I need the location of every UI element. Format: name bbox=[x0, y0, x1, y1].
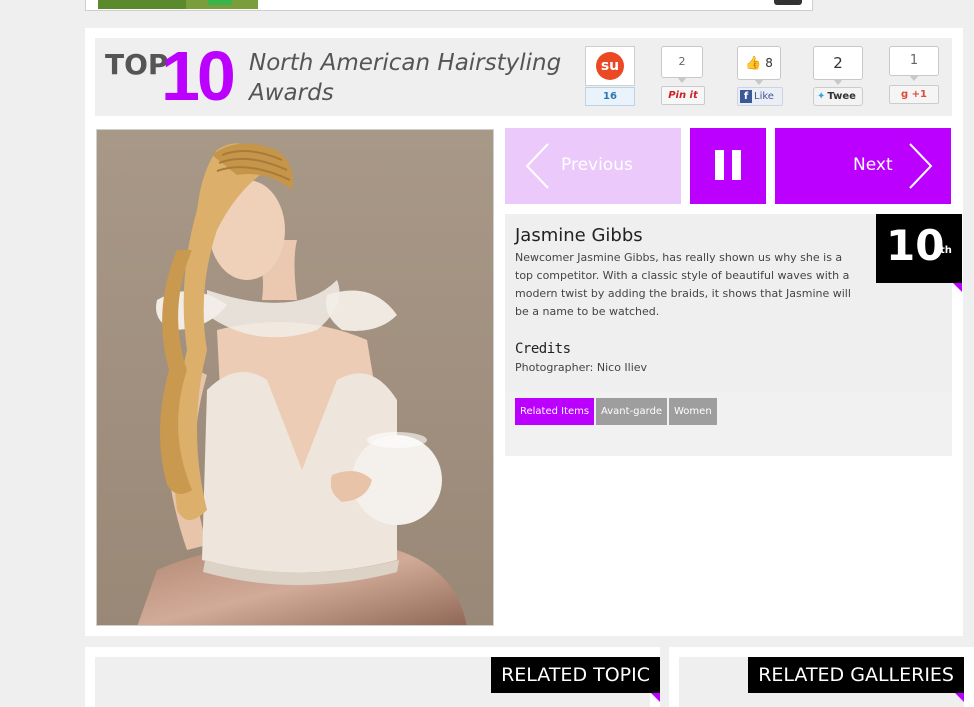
thumbnail-badge bbox=[208, 0, 232, 5]
stumbleupon-icon: su bbox=[596, 52, 624, 80]
related-topic-label: RELATED TOPIC bbox=[501, 664, 650, 686]
entry-description: Newcomer Jasmine Gibbs, has really shown… bbox=[515, 251, 851, 318]
badge-corner bbox=[953, 283, 962, 292]
chevron-right-icon bbox=[909, 143, 933, 189]
previous-button[interactable]: Previous bbox=[505, 128, 681, 204]
facebook-like-button[interactable]: f Like bbox=[737, 87, 783, 106]
stumbleupon-widget[interactable]: su 16 bbox=[585, 46, 635, 106]
pause-icon bbox=[732, 150, 741, 180]
page-title: North American Hairstyling Awards bbox=[249, 50, 562, 106]
next-label: Next bbox=[853, 155, 893, 175]
thumbnail-image[interactable] bbox=[98, 0, 186, 9]
googleplus-count: 1 bbox=[889, 46, 939, 81]
award-card: TOP 10 North American Hairstyling Awards… bbox=[85, 28, 963, 636]
pin-it-button[interactable]: Pin it bbox=[661, 86, 705, 105]
top-number: 10 bbox=[161, 37, 236, 115]
google-icon: g bbox=[901, 89, 909, 100]
related-galleries-label: RELATED GALLERIES bbox=[758, 664, 954, 686]
previous-block-strip bbox=[85, 0, 813, 11]
pinterest-widget[interactable]: 2 Pin it bbox=[661, 46, 705, 105]
twitter-widget[interactable]: 2 ✦ Twee bbox=[813, 46, 865, 106]
googleplus-button[interactable]: g +1 bbox=[889, 85, 939, 104]
pause-button[interactable] bbox=[690, 128, 766, 204]
model-photo-illustration bbox=[97, 130, 493, 625]
title-bar: TOP 10 North American Hairstyling Awards… bbox=[95, 37, 952, 116]
related-galleries-heading: RELATED GALLERIES bbox=[748, 657, 964, 702]
facebook-count: 8 bbox=[765, 56, 773, 70]
rank-suffix: th bbox=[940, 245, 952, 256]
tag-avant-garde[interactable]: Avant-garde bbox=[596, 398, 668, 425]
tag-related-items[interactable]: Related Items bbox=[515, 398, 595, 425]
stumbleupon-count: 16 bbox=[585, 87, 635, 106]
related-galleries-card: RELATED GALLERIES bbox=[669, 647, 974, 707]
stumbleupon-button[interactable]: su bbox=[585, 46, 635, 86]
facebook-count-bubble: 👍 8 bbox=[737, 46, 781, 85]
gallery-photo[interactable] bbox=[96, 129, 494, 626]
twitter-count: 2 bbox=[813, 46, 863, 85]
related-topic-heading: RELATED TOPIC bbox=[491, 657, 660, 702]
credits-photographer: Photographer: Nico Iliev bbox=[515, 361, 648, 374]
previous-label: Previous bbox=[561, 155, 633, 175]
pause-icon bbox=[715, 150, 724, 180]
rank-badge: 10 th bbox=[876, 214, 962, 292]
next-button[interactable]: Next bbox=[775, 128, 951, 204]
twitter-bird-icon: ✦ bbox=[817, 91, 826, 102]
pinterest-count: 2 bbox=[661, 46, 703, 83]
chevron-left-icon bbox=[525, 143, 549, 189]
thumbs-up-icon: 👍 bbox=[745, 56, 762, 71]
top-label: TOP bbox=[105, 48, 169, 81]
tag-bar: Related Items Avant-garde Women bbox=[505, 392, 952, 456]
tag-women[interactable]: Women bbox=[669, 398, 717, 425]
googleplus-label: +1 bbox=[911, 89, 927, 100]
entry-name: Jasmine Gibbs bbox=[515, 225, 643, 246]
tweet-button[interactable]: ✦ Twee bbox=[813, 87, 863, 106]
more-button[interactable] bbox=[774, 0, 802, 5]
rank-number: 10 bbox=[886, 221, 945, 270]
facebook-widget[interactable]: 👍 8 f Like bbox=[737, 46, 783, 106]
tweet-label: Twee bbox=[827, 91, 856, 102]
facebook-like-label: Like bbox=[754, 91, 774, 102]
heading-corner bbox=[955, 693, 964, 702]
facebook-icon: f bbox=[740, 90, 752, 103]
credits-heading: Credits bbox=[515, 341, 571, 357]
heading-corner bbox=[651, 693, 660, 702]
related-topic-card: RELATED TOPIC bbox=[85, 647, 660, 707]
googleplus-widget[interactable]: 1 g +1 bbox=[889, 46, 941, 104]
